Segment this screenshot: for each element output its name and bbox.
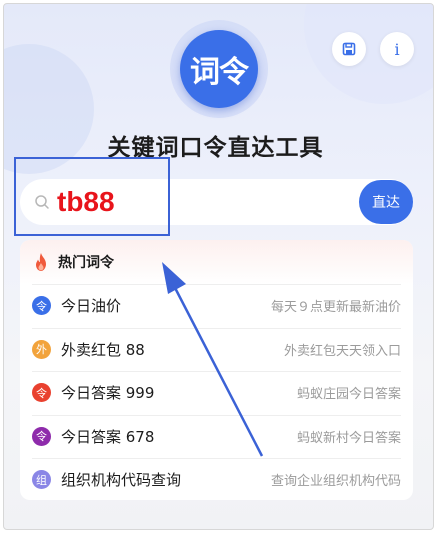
save-button[interactable] xyxy=(332,32,366,66)
hot-keywords-title: 热门词令 xyxy=(58,255,114,271)
keyword-row[interactable]: 令 今日油价 每天９点更新最新油价 xyxy=(20,284,413,328)
app-logo: 词令 xyxy=(180,30,258,108)
keyword-row[interactable]: 令 今日答案 999 蚂蚁庄园今日答案 xyxy=(20,371,413,415)
keyword-badge: 令 xyxy=(32,426,51,446)
keyword-badge: 外 xyxy=(32,339,51,359)
info-button[interactable]: i xyxy=(380,32,414,66)
keyword-badge: 组 xyxy=(32,470,51,490)
keyword-description: 蚂蚁新村今日答案 xyxy=(296,430,401,446)
keyword-description: 外卖红包天天领入口 xyxy=(283,343,401,359)
keyword-description: 查询企业组织机构代码 xyxy=(270,474,401,490)
hot-keywords-header: 热门词令 xyxy=(20,240,413,284)
save-icon xyxy=(342,42,356,56)
keyword-title: 外卖红包 88 xyxy=(61,340,145,359)
keyword-row[interactable]: 外 外卖红包 88 外卖红包天天领入口 xyxy=(20,327,413,372)
annotation-highlight-box xyxy=(14,157,170,236)
keyword-badge: 令 xyxy=(32,296,51,316)
keyword-description: 每天９点更新最新油价 xyxy=(270,300,401,316)
keyword-badge: 令 xyxy=(32,383,51,403)
background-decoration xyxy=(304,4,433,104)
hot-keywords-card: 热门词令 令 今日油价 每天９点更新最新油价 外 外卖红包 88 外卖红包天天领… xyxy=(20,240,413,500)
keyword-row[interactable]: 组 组织机构代码查询 查询企业组织机构代码 xyxy=(20,458,413,500)
keyword-title: 今日答案 999 xyxy=(61,384,155,403)
keyword-description: 蚂蚁庄园今日答案 xyxy=(296,387,401,403)
keyword-row[interactable]: 令 今日答案 678 蚂蚁新村今日答案 xyxy=(20,414,413,459)
keyword-title: 今日答案 678 xyxy=(61,427,155,446)
fire-icon xyxy=(36,253,46,271)
go-button[interactable]: 直达 xyxy=(359,180,413,224)
keyword-title: 组织机构代码查询 xyxy=(61,471,182,490)
keyword-title: 今日油价 xyxy=(61,297,122,316)
